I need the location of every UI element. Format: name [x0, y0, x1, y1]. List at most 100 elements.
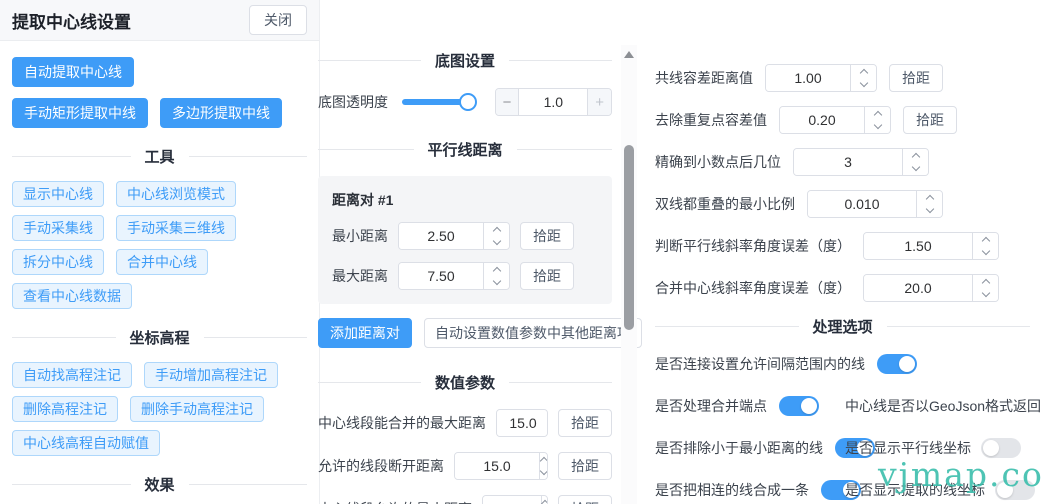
min-allowed-distance-spinner[interactable] — [541, 496, 548, 504]
max-distance-input[interactable] — [399, 263, 483, 289]
manual-collect-3d-line-button[interactable]: 手动采集三维线 — [116, 215, 236, 241]
spin-up-icon[interactable] — [541, 500, 548, 504]
spin-up-icon[interactable] — [911, 153, 919, 161]
distance-pair-card: 距离对 #1 最小距离 拾距 最大距离 — [318, 176, 612, 304]
polygon-extract-button[interactable]: 多边形提取中线 — [160, 98, 282, 128]
left-panel: 提取中心线设置 关闭 自动提取中心线 手动矩形提取中线 多边形提取中线 工具 显… — [0, 0, 320, 504]
view-centerline-data-button[interactable]: 查看中心线数据 — [12, 283, 132, 309]
spin-down-icon[interactable] — [492, 277, 500, 285]
decimal-precision-spinner[interactable] — [902, 149, 928, 175]
allowed-break-distance-spinner[interactable] — [539, 453, 547, 479]
min-distance-spinner[interactable] — [483, 223, 509, 249]
divider-line — [12, 337, 116, 338]
spin-down-icon[interactable] — [981, 289, 989, 297]
spin-up-icon[interactable] — [981, 279, 989, 287]
opacity-decrease-button[interactable]: − — [496, 89, 520, 115]
max-distance-label: 最大距离 — [332, 266, 388, 286]
centerline-elevation-auto-assign-button[interactable]: 中心线高程自动赋值 — [12, 430, 160, 456]
close-button[interactable]: 关闭 — [249, 5, 307, 35]
min-allowed-distance-input[interactable] — [483, 496, 541, 504]
divider-line — [887, 326, 1031, 327]
opacity-input[interactable] — [519, 89, 587, 115]
connect-lines-in-gap-toggle[interactable] — [877, 354, 917, 374]
parallel-slope-angle-error-input[interactable] — [864, 233, 972, 259]
vertical-scrollbar[interactable] — [621, 45, 637, 504]
scrollbar-thumb[interactable] — [624, 145, 634, 330]
spin-down-icon[interactable] — [925, 205, 933, 213]
manual-add-elevation-note-button[interactable]: 手动增加高程注记 — [144, 362, 278, 388]
scroll-up-icon[interactable] — [624, 51, 634, 58]
geojson-return-label: 中心线是否以GeoJson格式返回 — [845, 396, 1041, 416]
auto-find-elevation-note-button[interactable]: 自动找高程注记 — [12, 362, 132, 388]
collinear-tolerance-pick-button[interactable]: 拾距 — [889, 64, 943, 92]
parallel-slope-angle-error-spinner[interactable] — [972, 233, 998, 259]
spin-up-icon[interactable] — [873, 111, 881, 119]
min-allowed-distance-pick-button[interactable]: 拾距 — [558, 495, 612, 504]
manual-collect-line-button[interactable]: 手动采集线 — [12, 215, 104, 241]
overlap-min-ratio-spinner[interactable] — [916, 191, 942, 217]
divider-line — [509, 60, 612, 61]
decimal-precision-input[interactable] — [794, 149, 902, 175]
spin-up-icon[interactable] — [539, 457, 547, 465]
allowed-break-distance-input[interactable] — [455, 453, 539, 479]
section-parallel-distance: 平行线距离 — [318, 139, 612, 160]
allowed-break-distance-label: 允许的线段断开距离 — [318, 456, 444, 476]
allowed-break-distance-pick-button[interactable]: 拾距 — [558, 452, 612, 480]
parallel-slope-angle-error-label: 判断平行线斜率角度误差（度） — [655, 236, 851, 256]
divider-line — [318, 382, 421, 383]
collinear-tolerance-spinner[interactable] — [850, 65, 876, 91]
spin-down-icon[interactable] — [873, 121, 881, 129]
collinear-tolerance-input[interactable] — [766, 65, 850, 91]
slider-handle[interactable] — [459, 93, 477, 111]
connect-lines-in-gap-label: 是否连接设置允许间隔范围内的线 — [655, 354, 865, 374]
extract-centerline-settings-window: 提取中心线设置 关闭 自动提取中心线 手动矩形提取中线 多边形提取中线 工具 显… — [0, 0, 1043, 504]
spin-down-icon[interactable] — [492, 237, 500, 245]
exclude-below-min-distance-label: 是否排除小于最小距离的线 — [655, 438, 823, 458]
spin-up-icon[interactable] — [859, 69, 867, 77]
merge-slope-angle-error-label: 合并中心线斜率角度误差（度） — [655, 278, 851, 298]
auto-extract-centerline-button[interactable]: 自动提取中心线 — [12, 57, 134, 87]
overlap-min-ratio-input[interactable] — [808, 191, 916, 217]
max-merge-distance-input[interactable] — [497, 410, 548, 436]
show-centerline-button[interactable]: 显示中心线 — [12, 181, 104, 207]
split-centerline-button[interactable]: 拆分中心线 — [12, 249, 104, 275]
divider-line — [204, 337, 308, 338]
add-distance-pair-button[interactable]: 添加距离对 — [318, 318, 412, 348]
max-distance-spinner[interactable] — [483, 263, 509, 289]
spin-up-icon[interactable] — [492, 267, 500, 275]
spin-down-icon[interactable] — [859, 79, 867, 87]
spin-up-icon[interactable] — [925, 195, 933, 203]
right-column: 共线容差距离值 拾距 去除重复点容差值 拾距 精确到小数 — [655, 50, 1043, 501]
spin-down-icon[interactable] — [981, 247, 989, 255]
merge-centerline-button[interactable]: 合并中心线 — [116, 249, 208, 275]
min-distance-pick-button[interactable]: 拾距 — [520, 222, 574, 250]
dedupe-tolerance-pick-button[interactable]: 拾距 — [903, 106, 957, 134]
centerline-browse-mode-button[interactable]: 中心线浏览模式 — [116, 181, 236, 207]
max-merge-distance-label: 中心线段能合并的最大距离 — [318, 413, 486, 433]
max-distance-pick-button[interactable]: 拾距 — [520, 262, 574, 290]
decimal-precision-label: 精确到小数点后几位 — [655, 152, 781, 172]
show-parallel-coords-toggle[interactable] — [981, 438, 1021, 458]
manual-rect-extract-button[interactable]: 手动矩形提取中线 — [12, 98, 148, 128]
spin-down-icon[interactable] — [911, 163, 919, 171]
max-merge-distance-pick-button[interactable]: 拾距 — [558, 409, 612, 437]
merge-slope-angle-error-input[interactable] — [864, 275, 972, 301]
opacity-slider[interactable] — [402, 93, 475, 111]
dedupe-tolerance-input[interactable] — [780, 107, 864, 133]
auto-set-other-distance-button[interactable]: 自动设置数值参数中其他距离项 — [424, 318, 642, 348]
merge-slope-angle-error-spinner[interactable] — [972, 275, 998, 301]
section-elevation: 坐标高程 — [12, 327, 307, 348]
opacity-increase-button[interactable]: + — [587, 89, 611, 115]
spin-up-icon[interactable] — [981, 237, 989, 245]
parallel-slope-angle-error-input-group — [863, 232, 999, 260]
spin-up-icon[interactable] — [492, 227, 500, 235]
delete-manual-elevation-note-button[interactable]: 删除手动高程注记 — [130, 396, 264, 422]
spin-down-icon[interactable] — [539, 467, 547, 475]
dedupe-tolerance-spinner[interactable] — [864, 107, 890, 133]
min-allowed-distance-label: 中心线段允许的最小距离 — [318, 499, 472, 504]
show-extracted-coords-toggle[interactable] — [995, 480, 1035, 500]
min-distance-input[interactable] — [399, 223, 483, 249]
delete-elevation-note-button[interactable]: 删除高程注记 — [12, 396, 118, 422]
merge-endpoints-toggle[interactable] — [779, 396, 819, 416]
opacity-stepper: − + — [495, 88, 612, 116]
